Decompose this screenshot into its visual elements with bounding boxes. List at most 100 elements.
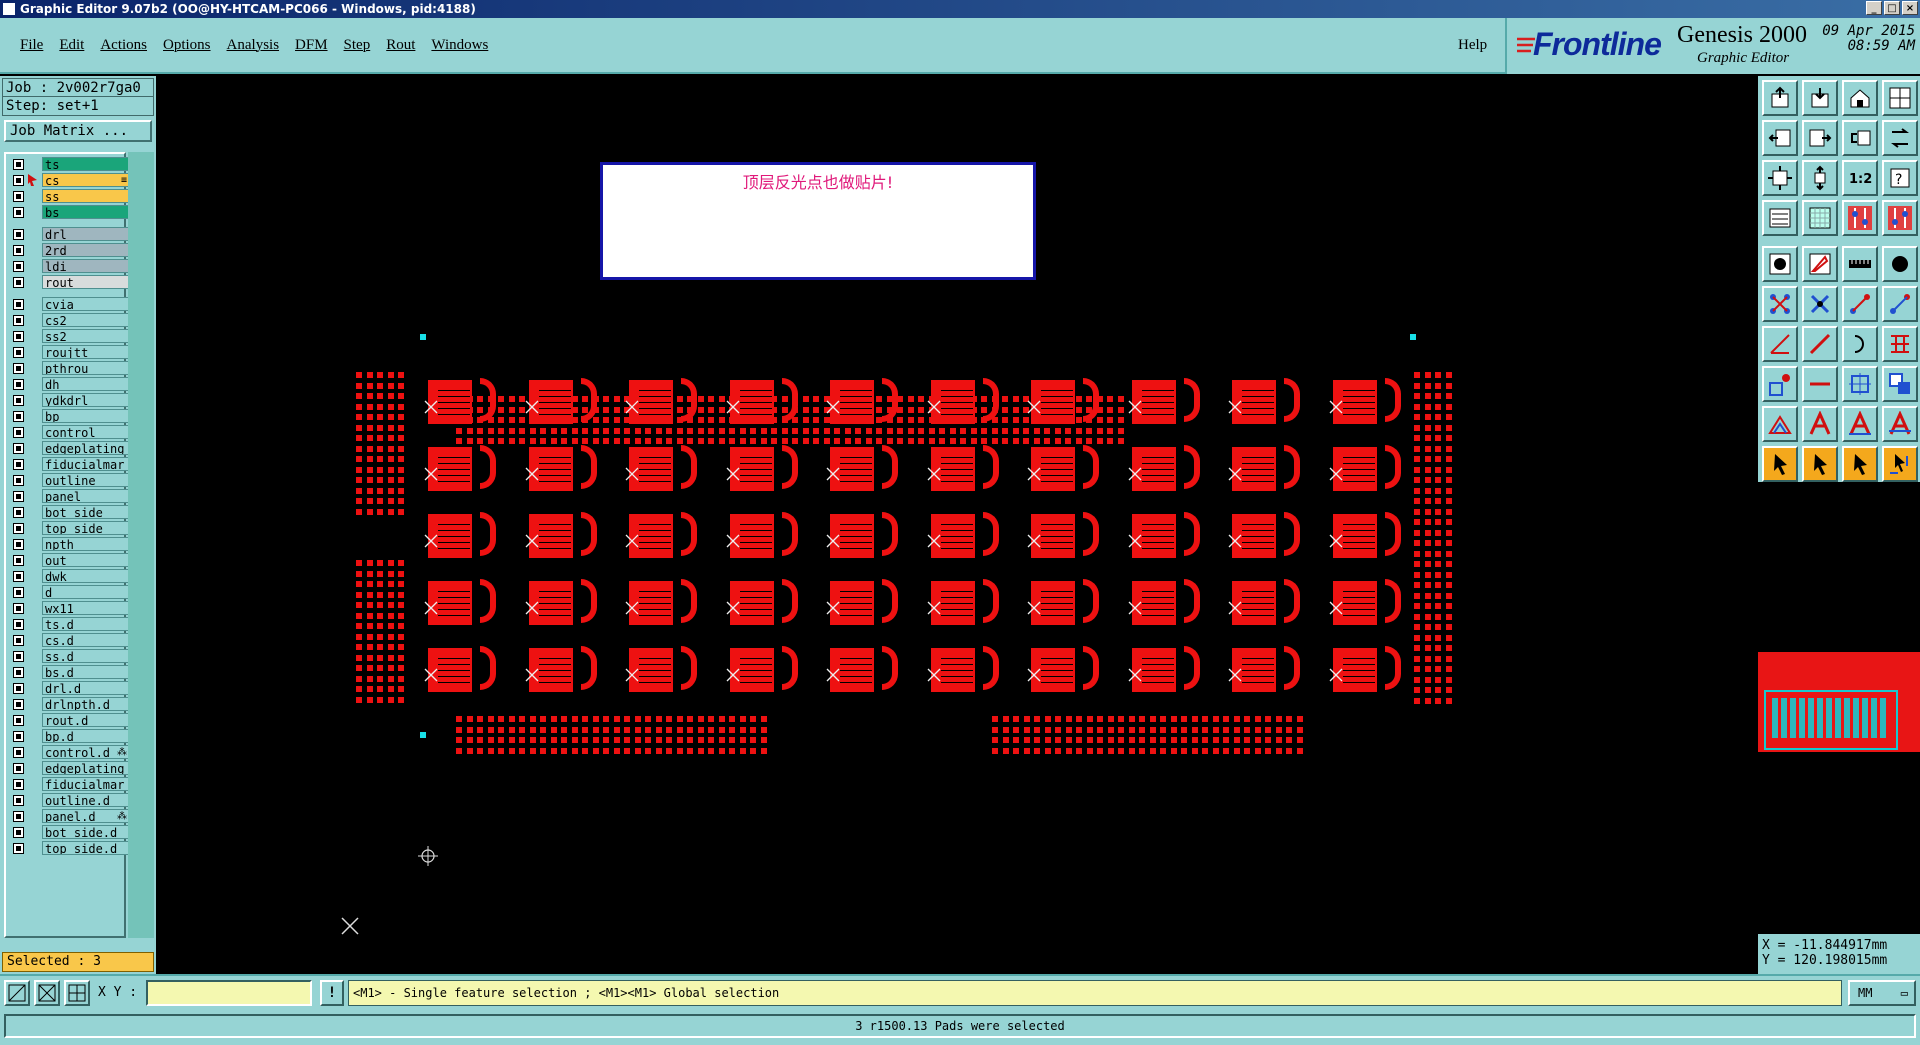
layer-checkbox[interactable] [13, 459, 24, 470]
menu-dfm[interactable]: DFM [287, 37, 336, 54]
layer-checkbox[interactable] [13, 379, 24, 390]
pad-unit[interactable] [1329, 508, 1409, 562]
layer-compare-button[interactable] [1842, 200, 1878, 236]
layer-name[interactable]: edgeplating [42, 761, 130, 775]
line-button[interactable] [1802, 326, 1838, 362]
close-button[interactable]: × [1902, 1, 1918, 15]
layer-name[interactable]: panel [42, 489, 130, 503]
layer-list-scrollbar[interactable] [128, 152, 154, 938]
layer-row[interactable]: panel [8, 488, 130, 504]
layer-row[interactable]: bs [8, 204, 130, 220]
layer-name[interactable]: cs ≡ [42, 173, 130, 187]
layer-checkbox[interactable] [13, 261, 24, 272]
home-button[interactable] [1842, 80, 1878, 116]
layer-name[interactable]: dwk [42, 569, 130, 583]
connect-button[interactable] [1762, 286, 1798, 322]
pad-unit[interactable] [424, 441, 504, 495]
layer-name[interactable]: panel.d ⁂ [42, 809, 130, 823]
layer-name[interactable]: ts.d [42, 617, 130, 631]
save-button[interactable] [1802, 80, 1838, 116]
layer-row[interactable]: dwk [8, 568, 130, 584]
layer-checkbox[interactable] [13, 667, 24, 678]
layer-name[interactable]: bs [42, 205, 130, 219]
layer-name[interactable]: out [42, 553, 130, 567]
layer-checkbox[interactable] [13, 523, 24, 534]
layer-name[interactable]: edgeplating [42, 441, 130, 455]
layer-row[interactable]: drl.d [8, 680, 130, 696]
grid-mode-button[interactable] [64, 980, 90, 1006]
pad-unit[interactable] [826, 642, 906, 696]
layer-checkbox[interactable] [13, 843, 24, 854]
layer-checkbox[interactable] [13, 699, 24, 710]
layer-row[interactable]: rout.d [8, 712, 130, 728]
layer-name[interactable]: ss.d [42, 649, 130, 663]
menu-windows[interactable]: Windows [423, 37, 496, 54]
layer-row[interactable]: outline.d [8, 792, 130, 808]
pad-unit[interactable] [424, 642, 504, 696]
pad-unit[interactable] [625, 575, 705, 629]
pad-unit[interactable] [1228, 642, 1308, 696]
layer-name[interactable]: rout.d [42, 713, 130, 727]
layer-row[interactable]: top_side.d [8, 840, 130, 856]
layer-name[interactable]: cs.d [42, 633, 130, 647]
layer-checkbox[interactable] [13, 347, 24, 358]
menu-file[interactable]: File [12, 37, 51, 54]
layer-checkbox[interactable] [13, 651, 24, 662]
pad-unit[interactable] [1128, 642, 1208, 696]
layer-row[interactable]: bot_side [8, 504, 130, 520]
fill-button[interactable] [1882, 326, 1918, 362]
layer-checkbox[interactable] [13, 491, 24, 502]
layer-name[interactable]: drl.d [42, 681, 130, 695]
layer-row[interactable]: cs2 [8, 312, 130, 328]
layer-name[interactable]: d [42, 585, 130, 599]
pad-unit[interactable] [1329, 374, 1409, 428]
layer-swap-button[interactable] [1882, 200, 1918, 236]
pad-unit[interactable] [1128, 575, 1208, 629]
layer-name[interactable]: top_side [42, 521, 130, 535]
pad-unit[interactable] [525, 508, 605, 562]
pad-unit[interactable] [1228, 575, 1308, 629]
pad-unit[interactable] [525, 374, 605, 428]
xy-input[interactable] [146, 980, 312, 1006]
layer-checkbox[interactable] [13, 747, 24, 758]
move-point-button[interactable] [1842, 286, 1878, 322]
layer-row[interactable]: bs.d [8, 664, 130, 680]
menu-rout[interactable]: Rout [378, 37, 423, 54]
layer-row[interactable]: fiducialmar [8, 456, 130, 472]
layer-name[interactable]: ts [42, 157, 130, 171]
layer-row[interactable]: rout [8, 274, 130, 290]
layer-name[interactable]: outline [42, 473, 130, 487]
layer-checkbox[interactable] [13, 443, 24, 454]
zoom-right-button[interactable] [1802, 120, 1838, 156]
text-a-button[interactable] [1802, 406, 1838, 442]
job-matrix-button[interactable]: Job Matrix ... [4, 120, 152, 142]
layer-checkbox[interactable] [13, 395, 24, 406]
pad-unit[interactable] [1027, 374, 1107, 428]
pad-unit[interactable] [726, 575, 806, 629]
layer-checkbox[interactable] [13, 363, 24, 374]
layer-checkbox[interactable] [13, 507, 24, 518]
layer-checkbox[interactable] [13, 245, 24, 256]
layer-row[interactable]: bp [8, 408, 130, 424]
polygon-button[interactable] [1762, 366, 1798, 402]
pad-unit[interactable] [927, 374, 1007, 428]
layer-row[interactable]: ts [8, 156, 130, 172]
pad-unit[interactable] [726, 642, 806, 696]
split-button[interactable] [1802, 366, 1838, 402]
pad-unit[interactable] [927, 642, 1007, 696]
add-shape-button[interactable] [1802, 246, 1838, 282]
grid-button[interactable] [1802, 200, 1838, 236]
layer-name[interactable]: top_side.d [42, 841, 130, 855]
layer-name[interactable]: ss2 [42, 329, 130, 343]
pad-unit[interactable] [625, 374, 705, 428]
layer-name[interactable]: drlnpth.d [42, 697, 130, 711]
snap-button[interactable] [1762, 200, 1798, 236]
layer-name[interactable]: bs.d [42, 665, 130, 679]
pad-unit[interactable] [726, 374, 806, 428]
layer-checkbox[interactable] [13, 475, 24, 486]
layer-name[interactable]: dh [42, 377, 130, 391]
layer-row[interactable]: dh [8, 376, 130, 392]
layer-checkbox[interactable] [13, 731, 24, 742]
pad-unit[interactable] [1027, 642, 1107, 696]
feature-button[interactable] [1882, 246, 1918, 282]
